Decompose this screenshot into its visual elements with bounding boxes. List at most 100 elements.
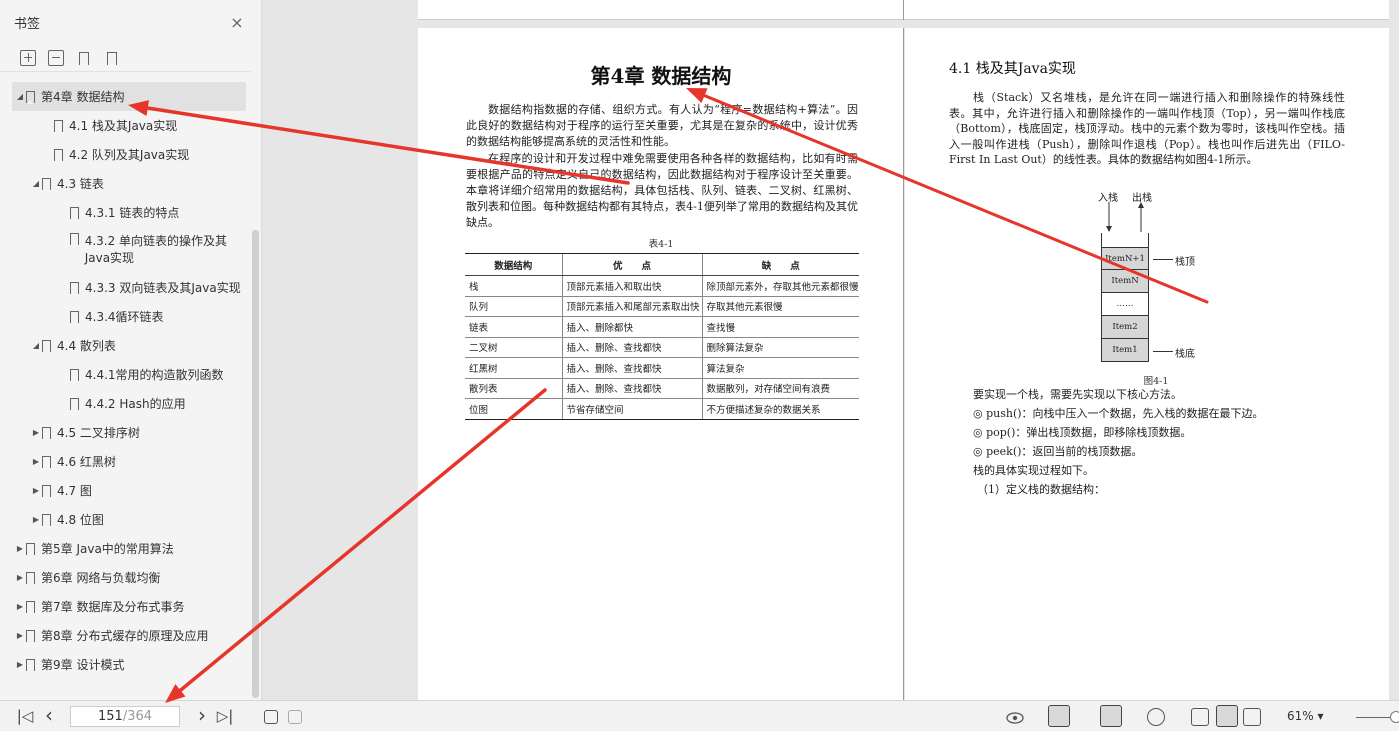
table-cell: 散列表 [465,378,562,399]
table-cell: 节省存储空间 [561,398,702,420]
bookmark-item[interactable]: 4.3.2 单向链表的操作及其Java实现 [0,227,252,273]
play-icon[interactable] [1147,708,1165,726]
last-page-icon[interactable]: ▷| [216,707,234,725]
bookmark-icon [54,119,63,133]
sidebar-title: 书签 [14,16,41,32]
bookmark-item[interactable]: ▶ 第8章 分布式缓存的原理及应用 [0,621,252,650]
bookmark-item[interactable]: ◢ 4.4 散列表 [0,331,252,360]
chevron-right-icon[interactable]: ▶ [30,428,42,437]
fit-page-icon[interactable] [1216,705,1238,727]
actual-size-icon[interactable] [1191,708,1209,726]
bookmark-item[interactable]: 4.3.3 双向链表及其Java实现 [0,273,252,302]
bookmark-label: 4.1 栈及其Java实现 [69,119,178,133]
bookmark-icon [70,206,79,220]
figure-caption: 图4-1 [1143,376,1169,387]
chevron-right-icon[interactable]: ▶ [30,486,42,495]
right-page: 4.1 栈及其Java实现 栈（Stack）又名堆栈，是允许在同一端进行插入和删… [905,28,1389,700]
bookmark-item[interactable]: ▶ 第5章 Java中的常用算法 [0,534,252,563]
bookmark-label: 4.7 图 [57,484,92,498]
text-line: 栈的具体实现过程如下。 [973,464,1094,477]
add-bookmark-icon[interactable] [76,50,92,66]
zoom-level[interactable]: 61% ▾ [1287,709,1324,723]
bookmark-label: 第4章 数据结构 [41,90,125,104]
sidebar-scrollbar[interactable] [252,230,259,698]
bookmark-label: 第6章 网络与负载均衡 [41,571,161,585]
chevron-right-icon[interactable]: ▶ [14,544,26,553]
bookmark-icon[interactable] [104,50,120,66]
fit-width-icon[interactable] [1243,708,1261,726]
chevron-right-icon[interactable]: ▶ [14,573,26,582]
bookmark-item[interactable]: ▶ 4.5 二叉排序树 [0,418,252,447]
table-cell: 插入、删除、查找都快 [561,378,702,399]
prev-page-icon[interactable]: ‹ [40,703,58,727]
bookmark-icon [26,571,35,585]
chevron-down-icon[interactable]: ◢ [14,92,26,101]
bookmark-icon [26,542,35,556]
bookmark-item[interactable]: 4.3.4循环链表 [0,302,252,331]
double-page-icon[interactable] [1100,705,1122,727]
bookmark-item[interactable]: 4.1 栈及其Java实现 [0,111,252,140]
chevron-right-icon[interactable]: ▶ [30,457,42,466]
bookmark-item[interactable]: 4.4.1常用的构造散列函数 [0,360,252,389]
bookmark-item[interactable]: ◢ 第4章 数据结构 [12,82,246,111]
table-cell: 链表 [465,316,562,338]
chevron-right-icon[interactable]: ▶ [14,631,26,640]
table-cell: 算法复杂 [701,357,859,379]
stack-cell: Item1 [1101,339,1149,362]
bookmark-label: 4.2 队列及其Java实现 [69,148,190,162]
text-line: ◎ pop()：弹出栈顶数据，即移除栈顶数据。 [973,426,1192,439]
first-page-icon[interactable]: |◁ [16,707,34,725]
bookmark-icon [26,600,35,614]
chevron-down-icon[interactable]: ◢ [30,341,42,350]
table-row: 栈顶部元素插入和取出快 除顶部元素外，存取其他元素都很慢 [465,275,859,297]
chevron-down-icon: ▾ [1317,709,1324,723]
expand-all-icon[interactable] [20,49,36,66]
table-cell: 插入、删除都快 [561,316,702,338]
bookmark-item[interactable]: ▶ 4.6 红黑树 [0,447,252,476]
table-cell: 插入、删除、查找都快 [561,337,702,358]
next-page-icon[interactable]: › [193,703,211,727]
bottom-pointer [1153,351,1173,352]
table-row: 红黑树 插入、删除、查找都快 算法复杂 [465,357,859,379]
table-row: 二叉树 插入、删除、查找都快 删除算法复杂 [465,337,859,358]
intro-paragraph-2: 在程序的设计和开发过程中难免需要使用各种各样的数据结构，比如有时需要根据产品的特… [466,152,858,229]
table-cell: 查找慢 [701,316,859,338]
bookmark-item[interactable]: 4.2 队列及其Java实现 [0,140,252,169]
stack-cell: Item2 [1101,316,1149,339]
table-header: 数据结构 [465,253,562,276]
bottom-toolbar: |◁ ‹ 151/364 › ▷| 61% ▾ [0,700,1399,731]
bookmark-item[interactable]: ▶ 第7章 数据库及分布式事务 [0,592,252,621]
bookmark-label: 4.5 二叉排序树 [57,426,140,440]
single-page-icon[interactable] [1048,705,1070,727]
collapse-all-icon[interactable] [48,49,64,66]
bookmark-item[interactable]: 4.4.2 Hash的应用 [0,389,252,418]
chevron-right-icon[interactable]: ▶ [14,660,26,669]
bookmark-item[interactable]: ▶ 第6章 网络与负载均衡 [0,563,252,592]
fig-bottom-label: 栈底 [1175,349,1195,360]
bookmark-icon [26,658,35,672]
table-cell: 删除算法复杂 [701,337,859,358]
bookmark-item[interactable]: 4.3.1 链表的特点 [0,198,252,227]
bookmark-item[interactable]: ◢ 4.3 链表 [0,169,252,198]
bookmark-label: 4.3.2 单向链表的操作及其Java实现 [84,234,228,265]
bookmark-item[interactable]: ▶ 4.8 位图 [0,505,252,534]
eye-icon[interactable] [1006,708,1024,726]
close-icon[interactable]: × [228,14,246,32]
table-header: 优 点 [561,253,702,276]
back-icon[interactable] [264,710,278,724]
forward-icon[interactable] [288,710,302,724]
bookmark-icon [70,310,79,324]
chevron-right-icon[interactable]: ▶ [14,602,26,611]
bookmark-icon [69,233,79,246]
table-cell: 二叉树 [465,337,562,358]
bookmark-item[interactable]: ▶ 4.7 图 [0,476,252,505]
previous-page-strip [418,0,1389,20]
chevron-down-icon[interactable]: ◢ [30,179,42,188]
chevron-right-icon[interactable]: ▶ [30,515,42,524]
page-number-input[interactable]: 151/364 [70,706,180,727]
bookmark-item[interactable]: ▶ 第9章 设计模式 [0,650,252,679]
zoom-slider-knob[interactable] [1390,711,1399,723]
bookmark-label: 4.3.3 双向链表及其Java实现 [85,281,241,295]
bookmark-label: 第5章 Java中的常用算法 [41,542,174,556]
bookmark-label: 4.4.1常用的构造散列函数 [85,368,224,382]
